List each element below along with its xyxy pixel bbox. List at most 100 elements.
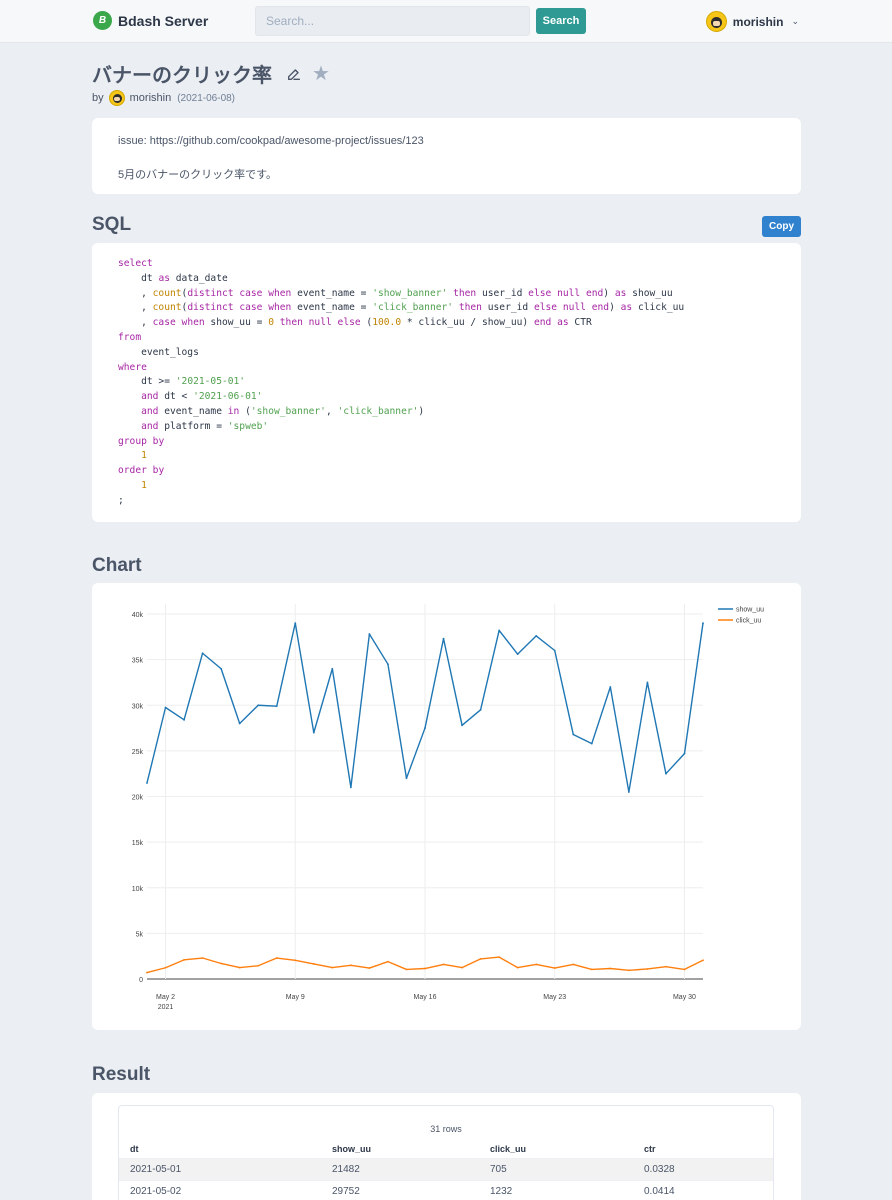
description-line: issue: https://github.com/cookpad/awesom… xyxy=(118,135,424,147)
data-point-show_uu xyxy=(405,777,408,780)
sql-line: order by xyxy=(118,465,165,477)
sql-card: select dt as data_date , count(distinct … xyxy=(92,243,801,522)
sql-line: event_logs xyxy=(118,346,199,358)
brand-logo-icon: B xyxy=(93,11,112,30)
data-point-click_uu xyxy=(609,967,612,970)
data-point-show_uu xyxy=(164,706,167,709)
data-point-click_uu xyxy=(405,968,408,971)
table-header-row: dt show_uu click_uu ctr xyxy=(119,1140,773,1159)
sql-line: select xyxy=(118,258,153,269)
y-tick-label: 25k xyxy=(132,749,144,756)
data-point-click_uu xyxy=(368,967,371,969)
column-header[interactable]: show_uu xyxy=(321,1140,479,1159)
x-tick-label: May 9 xyxy=(286,994,305,1001)
data-point-click_uu xyxy=(238,966,241,969)
sql-line: dt >= '2021-05-01' xyxy=(118,376,246,388)
table-cell: 0.0414 xyxy=(633,1180,773,1200)
data-point-show_uu xyxy=(461,724,463,727)
query-date: (2021-06-08) xyxy=(177,92,236,104)
data-point-show_uu xyxy=(387,663,389,666)
sql-heading: SQL xyxy=(92,214,132,235)
x-tick-sublabel: 2021 xyxy=(158,1004,174,1011)
data-point-show_uu xyxy=(479,708,482,711)
data-point-show_uu xyxy=(238,722,241,725)
data-point-click_uu xyxy=(349,964,352,967)
query-meta: by morishin (2021-06-08) xyxy=(92,90,235,106)
legend-label: click_uu xyxy=(736,618,761,625)
column-header[interactable]: ctr xyxy=(633,1140,773,1159)
data-point-click_uu xyxy=(442,963,445,966)
x-tick-label: May 30 xyxy=(673,994,696,1001)
table-row: 2021-05-01 21482 705 0.0328 xyxy=(119,1158,773,1181)
x-tick-label: May 23 xyxy=(543,994,566,1001)
data-point-show_uu xyxy=(424,727,426,729)
x-tick-label: May 16 xyxy=(414,994,437,1001)
data-point-show_uu xyxy=(609,686,612,688)
sql-line: 1 xyxy=(141,479,147,491)
data-point-click_uu xyxy=(146,971,148,974)
data-point-click_uu xyxy=(201,957,204,959)
y-tick-label: 0 xyxy=(139,977,143,984)
search-button[interactable]: Search xyxy=(536,8,586,34)
user-name: morishin xyxy=(732,14,784,29)
search-input[interactable] xyxy=(255,6,530,36)
data-point-show_uu xyxy=(683,752,686,755)
data-point-click_uu xyxy=(164,966,167,969)
top-navbar: B Bdash Server Search morishin ⌄ xyxy=(0,0,892,43)
data-point-show_uu xyxy=(553,649,556,652)
data-point-click_uu xyxy=(294,959,297,962)
chevron-down-icon: ⌄ xyxy=(791,16,799,26)
sql-line: and platform = 'spweb' xyxy=(141,420,269,432)
column-header[interactable]: dt xyxy=(119,1140,321,1159)
data-point-show_uu xyxy=(349,786,352,789)
result-card: 31 rows dt show_uu click_uu ctr 2021-05-… xyxy=(92,1093,801,1200)
page-title: バナーのクリック率 xyxy=(92,65,272,87)
data-point-click_uu xyxy=(516,966,519,969)
data-point-show_uu xyxy=(442,637,445,640)
data-point-show_uu xyxy=(146,782,148,784)
data-point-show_uu xyxy=(368,633,371,635)
description-card: issue: https://github.com/cookpad/awesom… xyxy=(92,118,801,194)
data-point-click_uu xyxy=(627,969,630,972)
data-point-click_uu xyxy=(312,963,315,965)
data-point-show_uu xyxy=(275,705,278,708)
sql-line: , count(distinct case when event_name = … xyxy=(118,287,673,299)
data-table: dt show_uu click_uu ctr 2021-05-01 21482… xyxy=(119,1140,773,1200)
table-row: 2021-05-02 29752 1232 0.0414 xyxy=(119,1180,773,1200)
sql-line: and event_name in ('show_banner', 'click… xyxy=(141,405,425,417)
data-point-click_uu xyxy=(275,957,278,959)
y-tick-label: 20k xyxy=(132,795,144,802)
sql-line: where xyxy=(118,361,147,373)
author-name: morishin xyxy=(129,92,172,104)
x-tick-label: May 2 xyxy=(156,994,175,1001)
y-tick-label: 40k xyxy=(132,612,144,619)
user-menu[interactable]: morishin ⌄ xyxy=(705,11,799,32)
star-icon[interactable]: ★ xyxy=(312,64,330,84)
data-point-show_uu xyxy=(183,718,185,721)
data-point-show_uu xyxy=(312,731,315,734)
data-point-click_uu xyxy=(387,960,389,963)
copy-button[interactable]: Copy xyxy=(762,216,801,237)
table-cell: 2021-05-02 xyxy=(119,1180,321,1200)
title-row: バナーのクリック率 ★ xyxy=(92,59,330,88)
data-point-click_uu xyxy=(553,967,556,969)
column-header[interactable]: click_uu xyxy=(479,1140,633,1159)
data-point-show_uu xyxy=(201,652,204,655)
data-point-show_uu xyxy=(572,733,575,736)
data-point-click_uu xyxy=(572,963,575,966)
avatar xyxy=(705,11,727,32)
brand[interactable]: B Bdash Server xyxy=(93,11,208,30)
chart-card: 0 5k 10k 15k 20k 25k 30k 35k 40k May 2 2021 May 9 Ma… xyxy=(92,583,801,1030)
data-point-click_uu xyxy=(590,968,593,971)
data-point-show_uu xyxy=(590,742,593,745)
line-chart: 0 5k 10k 15k 20k 25k 30k 35k 40k May 2 2021 May 9 Ma… xyxy=(132,604,764,1011)
data-point-click_uu xyxy=(683,968,686,971)
edit-icon[interactable] xyxy=(286,66,302,82)
data-point-click_uu xyxy=(535,963,538,966)
data-point-show_uu xyxy=(257,704,260,707)
table-cell: 705 xyxy=(479,1158,633,1181)
y-tick-label: 35k xyxy=(132,658,144,665)
data-point-show_uu xyxy=(627,791,630,793)
sql-line: , count(distinct case when event_name = … xyxy=(118,302,685,314)
data-point-show_uu xyxy=(498,629,501,632)
